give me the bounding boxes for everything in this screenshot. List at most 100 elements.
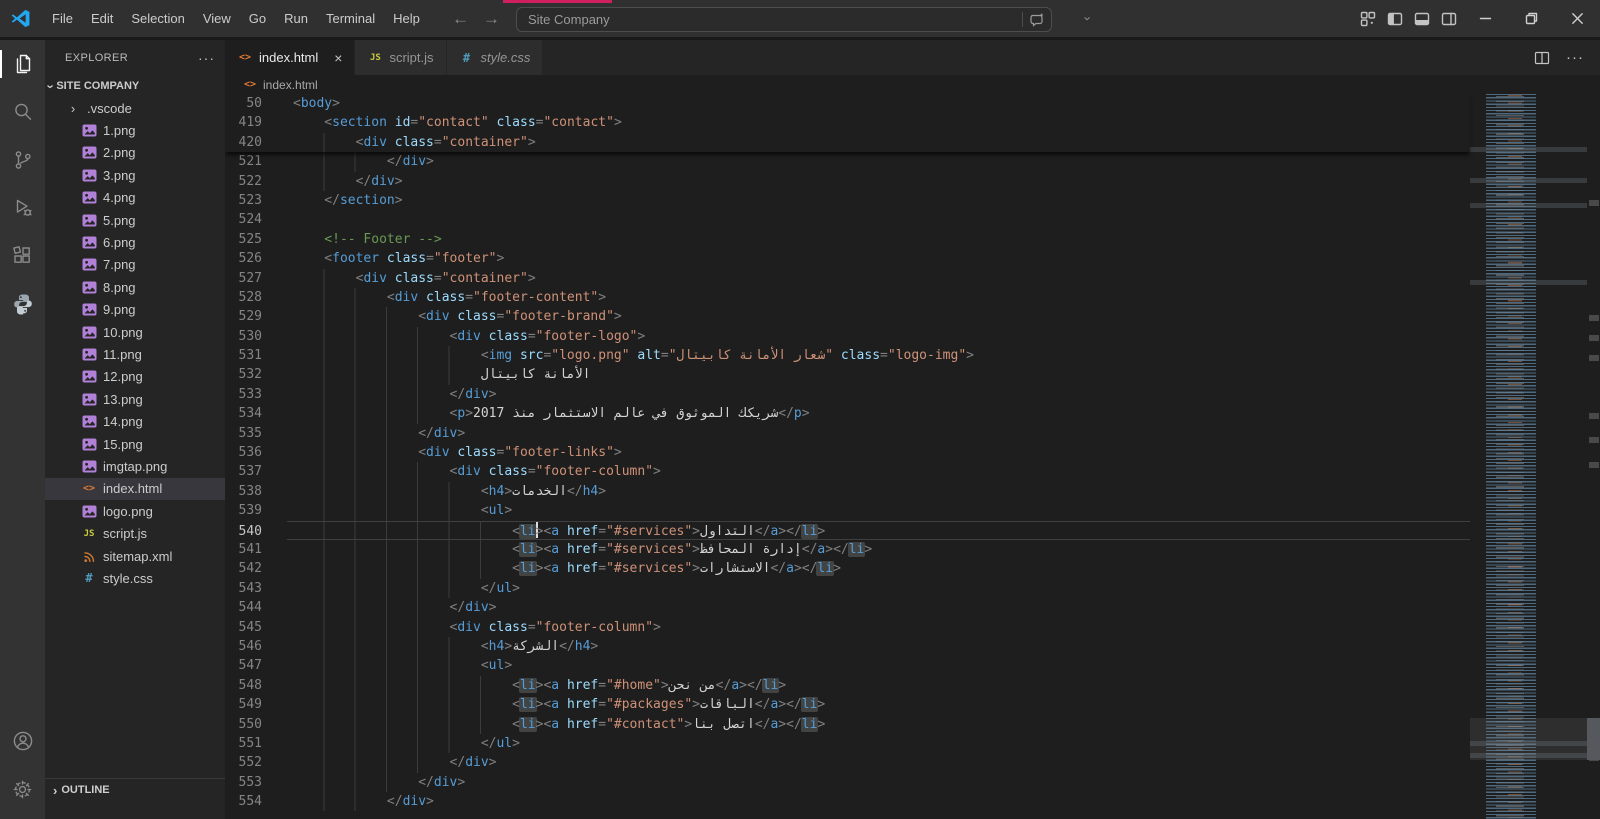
file-item[interactable]: 8.png (45, 276, 225, 298)
code-line[interactable]: 419<section id="contact" class="contact"… (225, 113, 1470, 132)
code-line[interactable]: 539<ul> (225, 501, 1470, 520)
code-line[interactable]: 550<li><a href="#contact">اتصل بنا</a></… (225, 715, 1470, 734)
menu-item-help[interactable]: Help (384, 0, 429, 37)
customize-layout-icon[interactable] (1354, 0, 1381, 37)
code-line[interactable]: 536<div class="footer-links"> (225, 443, 1470, 462)
file-item[interactable]: 10.png (45, 321, 225, 343)
activity-source-control[interactable] (0, 136, 45, 184)
file-item[interactable]: 3.png (45, 164, 225, 186)
file-item[interactable]: #style.css (45, 567, 225, 589)
activity-run-debug[interactable] (0, 184, 45, 232)
toggle-secondary-sidebar-icon[interactable] (1435, 0, 1462, 37)
tab-style.css[interactable]: #style.css (447, 40, 544, 75)
activity-search[interactable] (0, 88, 45, 136)
outline-section-header[interactable]: › OUTLINE (45, 778, 225, 801)
close-icon[interactable] (1554, 0, 1600, 37)
file-item[interactable]: 4.png (45, 187, 225, 209)
code-line[interactable]: 535</div> (225, 424, 1470, 443)
breadcrumb[interactable]: <> index.html (225, 75, 1600, 94)
tab-index.html[interactable]: <>index.html× (225, 40, 355, 75)
command-center-chevron-icon[interactable]: › (1086, 10, 1090, 28)
nav-forward-icon[interactable]: → (483, 9, 500, 29)
code-line[interactable]: 542<li><a href="#services">الاستشارات</a… (225, 559, 1470, 578)
code-line[interactable]: 538<h4>الخدمات</h4> (225, 482, 1470, 501)
code-line[interactable]: 420<div class="container"> (225, 133, 1470, 152)
activity-explorer[interactable] (0, 40, 45, 88)
code-line[interactable]: 553</div> (225, 773, 1470, 792)
menu-item-edit[interactable]: Edit (82, 0, 122, 37)
minimap-slider[interactable] (1470, 718, 1588, 760)
file-item[interactable]: 1.png (45, 119, 225, 141)
activity-accounts[interactable] (0, 717, 45, 765)
code-line[interactable]: 547<ul> (225, 656, 1470, 675)
activity-extensions[interactable] (0, 232, 45, 280)
file-item[interactable]: 2.png (45, 142, 225, 164)
file-item[interactable]: logo.png (45, 500, 225, 522)
code-line[interactable]: 548<li><a href="#home">من نحن</a></li> (225, 676, 1470, 695)
code-line[interactable]: 532الأمانة كابيتال (225, 365, 1470, 384)
code-line[interactable]: 526<footer class="footer"> (225, 249, 1470, 268)
code-line[interactable]: 546<h4>الشركة</h4> (225, 637, 1470, 656)
code-line[interactable]: 552</div> (225, 753, 1470, 772)
code-line[interactable]: 534<p>شريكك الموثوق في عالم الاستثمار من… (225, 404, 1470, 423)
sticky-scroll[interactable]: 50<body>419<section id="contact" class="… (225, 94, 1470, 152)
menu-item-run[interactable]: Run (275, 0, 317, 37)
code-line[interactable]: 523</section> (225, 191, 1470, 210)
code-line[interactable]: 531<img src="logo.png" alt="شعار الأمانة… (225, 346, 1470, 365)
code-line[interactable]: 541<li><a href="#services">إدارة المحافظ… (225, 540, 1470, 559)
code-line[interactable]: 530<div class="footer-logo"> (225, 327, 1470, 346)
code-line[interactable]: 554</div> (225, 792, 1470, 811)
split-editor-icon[interactable] (1534, 50, 1550, 66)
file-item[interactable]: 15.png (45, 433, 225, 455)
code-line[interactable]: 527<div class="container"> (225, 269, 1470, 288)
code-line[interactable]: 522</div> (225, 172, 1470, 191)
minimap[interactable] (1470, 94, 1588, 819)
code-line[interactable]: 528<div class="footer-content"> (225, 288, 1470, 307)
code-line[interactable]: 544</div> (225, 598, 1470, 617)
code-line[interactable]: 525<!-- Footer --> (225, 230, 1470, 249)
menu-item-terminal[interactable]: Terminal (317, 0, 384, 37)
file-item[interactable]: sitemap.xml (45, 545, 225, 567)
file-item[interactable]: <>index.html (45, 478, 225, 500)
code-line[interactable]: 533</div> (225, 385, 1470, 404)
code-line[interactable]: 529<div class="footer-brand"> (225, 307, 1470, 326)
scrollbar-slider[interactable] (1587, 718, 1600, 760)
minimize-icon[interactable] (1462, 0, 1508, 37)
menu-item-go[interactable]: Go (240, 0, 275, 37)
file-item[interactable]: ›.vscode (45, 97, 225, 119)
close-tab-icon[interactable]: × (334, 50, 342, 66)
nav-back-icon[interactable]: ← (452, 9, 469, 29)
vertical-scrollbar[interactable] (1587, 94, 1600, 819)
file-item[interactable]: 11.png (45, 343, 225, 365)
file-item[interactable]: JSscript.js (45, 522, 225, 544)
code-line[interactable]: 543</ul> (225, 579, 1470, 598)
code-line[interactable]: 537<div class="footer-column"> (225, 462, 1470, 481)
file-item[interactable]: 12.png (45, 366, 225, 388)
menu-item-file[interactable]: File (43, 0, 82, 37)
restore-icon[interactable] (1508, 0, 1554, 37)
activity-settings[interactable] (0, 765, 45, 813)
project-section-header[interactable]: › SITE COMPANY (45, 75, 225, 97)
file-item[interactable]: 13.png (45, 388, 225, 410)
code-line[interactable]: 549<li><a href="#packages">الباقات</a></… (225, 695, 1470, 714)
activity-python[interactable] (0, 280, 45, 328)
file-item[interactable]: 5.png (45, 209, 225, 231)
file-item[interactable]: 6.png (45, 231, 225, 253)
code-line[interactable]: 50<body> (225, 94, 1470, 113)
toggle-sidebar-icon[interactable] (1381, 0, 1408, 37)
code-area[interactable]: 521</div>522</div>523</section>524525<!-… (225, 152, 1470, 819)
copilot-icon[interactable] (1029, 12, 1045, 28)
tab-script.js[interactable]: JSscript.js (355, 40, 446, 75)
code-line[interactable]: 545<div class="footer-column"> (225, 618, 1470, 637)
explorer-actions-icon[interactable]: ··· (198, 50, 215, 66)
code-line[interactable]: 524 (225, 210, 1470, 229)
menu-item-view[interactable]: View (194, 0, 240, 37)
file-item[interactable]: imgtap.png (45, 455, 225, 477)
file-item[interactable]: 9.png (45, 299, 225, 321)
toggle-panel-icon[interactable] (1408, 0, 1435, 37)
file-item[interactable]: 14.png (45, 410, 225, 432)
command-center-search[interactable]: Site Company (516, 7, 1052, 32)
code-line[interactable]: 540<li><a href="#services">التداول</a></… (225, 521, 1470, 540)
more-actions-icon[interactable]: ··· (1566, 49, 1584, 66)
file-item[interactable]: 7.png (45, 254, 225, 276)
